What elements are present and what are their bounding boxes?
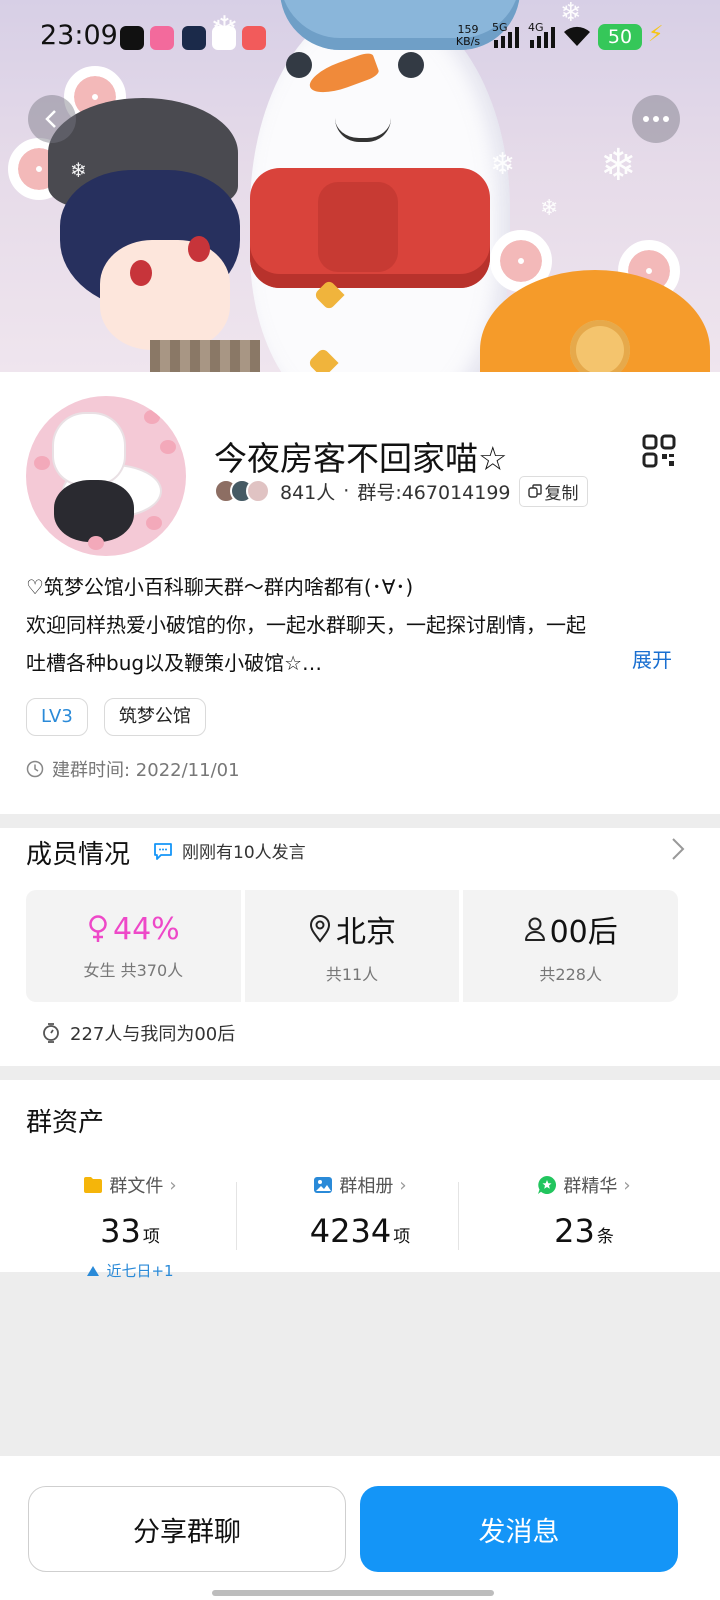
stat-age-sub: 共228人 <box>539 965 602 984</box>
description-line: ♡筑梦公馆小百科聊天群～群内啥都有(･∀･) <box>26 575 414 599</box>
female-icon <box>89 915 107 942</box>
asset-label: 群精华 <box>563 1176 618 1197</box>
group-assets-section: 群资产 群文件 › 33 项 近七日+1 群相册 › 4234 项 群精华 › … <box>0 1080 720 1280</box>
home-indicator[interactable] <box>212 1590 494 1596</box>
status-bar: 23:09 159 KB/s 5G 4G 50 ⚡ <box>0 0 720 78</box>
video-play-icon <box>212 26 236 50</box>
members-section: 成员情况 刚刚有10人发言 44% 女生 共370人 北京 共11人 00后 共… <box>0 828 720 1066</box>
back-button[interactable] <box>28 95 76 143</box>
top-age-group: 00后 <box>549 915 618 950</box>
group-avatar[interactable] <box>26 396 186 556</box>
copy-icon <box>527 484 542 498</box>
more-dots-icon <box>643 116 669 122</box>
members-title: 成员情况 <box>26 840 131 870</box>
asset-unit: 项 <box>142 1227 160 1247</box>
group-files[interactable]: 群文件 › 33 项 近七日+1 <box>20 1172 240 1281</box>
group-number: 群号:467014199 <box>357 481 511 504</box>
image-icon <box>314 1177 333 1193</box>
copy-group-number-button[interactable]: 复制 <box>518 475 588 507</box>
created-date: 建群时间: 2022/11/01 <box>52 760 240 781</box>
chevron-right-icon: › <box>169 1174 177 1196</box>
bulb-icon <box>43 1023 59 1043</box>
asset-label: 群文件 <box>109 1176 164 1197</box>
snowflake-icon: ❄ <box>490 147 516 182</box>
assets-title: 群资产 <box>26 1108 105 1138</box>
more-options-button[interactable] <box>632 95 680 143</box>
same-age-row: 227人与我同为00后 <box>40 1020 235 1046</box>
recent-activity-text: 刚刚有10人发言 <box>182 843 306 863</box>
member-stats: 44% 女生 共370人 北京 共11人 00后 共228人 <box>26 890 679 1002</box>
female-percent: 44% <box>112 911 180 947</box>
girl-character-illustration <box>470 230 720 372</box>
charging-icon: ⚡ <box>648 22 664 47</box>
topic-tag[interactable]: 筑梦公馆 <box>103 698 206 736</box>
snowflake-icon: ❄ <box>70 158 87 182</box>
members-chevron-right-icon[interactable] <box>670 836 686 869</box>
clock: 23:09 <box>40 20 118 51</box>
recent-activity: 刚刚有10人发言 <box>152 838 306 863</box>
qr-code-icon[interactable] <box>642 434 676 468</box>
group-album[interactable]: 群相册 › 4234 项 <box>250 1172 470 1251</box>
send-message-button[interactable]: 发消息 <box>360 1486 678 1572</box>
group-description: ♡筑梦公馆小百科聊天群～群内啥都有(･∀･) 欢迎同样热爱小破馆的你，一起水群聊… <box>26 568 686 682</box>
asset-count: 33 <box>100 1212 141 1250</box>
wifi-icon <box>564 26 590 46</box>
notes-app-icon <box>242 26 266 50</box>
description-line: 欢迎同样热爱小破馆的你，一起水群聊天，一起探讨剧情，一起 <box>26 613 586 637</box>
same-age-text: 227人与我同为00后 <box>70 1024 236 1045</box>
asset-count: 23 <box>554 1212 595 1250</box>
triangle-up-icon <box>87 1265 100 1276</box>
group-info-card: 今夜房客不回家喵☆ 841人 · 群号:467014199 复制 ♡筑梦公馆小百… <box>0 372 720 814</box>
bottom-action-bar: 分享群聊 发消息 <box>0 1456 720 1600</box>
chevron-right-icon: › <box>623 1174 631 1196</box>
stat-age[interactable]: 00后 共228人 <box>463 890 679 1002</box>
top-location: 北京 <box>336 915 396 950</box>
asset-unit: 项 <box>393 1227 411 1247</box>
signal-icon <box>530 26 555 48</box>
essence-icon <box>538 1176 557 1194</box>
snowflake-icon: ❄ <box>600 140 637 191</box>
group-name: 今夜房客不回家喵☆ <box>214 439 508 478</box>
separator-dot: · <box>343 480 350 502</box>
expand-description-link[interactable]: 展开 <box>632 644 672 673</box>
asset-count: 4234 <box>309 1212 392 1250</box>
stat-gender[interactable]: 44% 女生 共370人 <box>26 890 241 1002</box>
battery-icon: 50 <box>598 24 642 50</box>
divider <box>236 1182 237 1250</box>
divider <box>458 1182 459 1250</box>
location-pin-icon <box>309 915 331 943</box>
asset-trend: 近七日+1 <box>106 1262 174 1280</box>
description-line: 吐槽各种bug以及鞭策小破馆☆… <box>26 651 322 675</box>
person-icon <box>524 917 545 941</box>
group-essence[interactable]: 群精华 › 23 条 <box>474 1172 694 1250</box>
share-group-button[interactable]: 分享群聊 <box>28 1486 346 1572</box>
snowflake-icon: ❄ <box>540 196 559 221</box>
copy-label: 复制 <box>544 483 579 504</box>
folder-icon <box>84 1177 103 1193</box>
chevron-left-icon <box>45 110 56 128</box>
bilibili-icon <box>150 26 174 50</box>
asset-label: 群相册 <box>339 1176 394 1197</box>
clock-icon <box>26 760 44 778</box>
chat-bubble-icon <box>154 842 172 860</box>
asset-unit: 条 <box>596 1227 614 1247</box>
signal-icon <box>494 26 519 48</box>
tiktok-icon <box>120 26 144 50</box>
network-speed: 159 KB/s <box>455 23 481 48</box>
member-count[interactable]: 841人 <box>280 478 335 505</box>
stat-location[interactable]: 北京 共11人 <box>244 890 460 1002</box>
bot-app-icon <box>182 26 206 50</box>
stat-location-sub: 共11人 <box>325 965 379 984</box>
stat-gender-sub: 女生 共370人 <box>83 960 184 980</box>
group-tags: LV3 筑梦公馆 <box>26 698 206 736</box>
level-tag[interactable]: LV3 <box>26 698 88 736</box>
snowman-scarf-knot <box>318 182 398 272</box>
member-avatars[interactable] <box>214 479 270 503</box>
group-meta: 841人 · 群号:467014199 复制 <box>214 475 588 507</box>
created-date-row: 建群时间: 2022/11/01 <box>26 756 240 782</box>
chevron-right-icon: › <box>399 1174 407 1196</box>
